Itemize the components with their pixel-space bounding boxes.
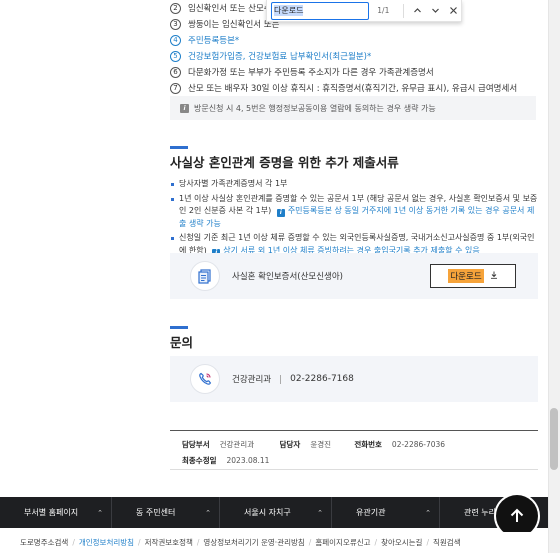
scrollbar-track[interactable] <box>548 0 560 553</box>
footer-link[interactable]: 저작권보호정책 <box>145 537 193 548</box>
footer-nav: 부서별 홈페이지 ⌃ 동 주민센터 ⌃ 서울시 자치구 ⌃ 유관기관 ⌃ 관련 누리집 <box>0 497 560 528</box>
number-badge: 7 <box>170 82 181 94</box>
list-item-text[interactable]: 주민등록등본* <box>188 34 239 46</box>
chevron-up-icon: ⌃ <box>317 508 323 517</box>
meta-row: 담당부서 건강관리과 담당자 윤경진 전화번호 02-2286-7036 <box>182 439 445 450</box>
link-separator: / <box>374 538 378 547</box>
scroll-to-top-button[interactable] <box>496 495 538 537</box>
footer-link[interactable]: 직원검색 <box>433 537 461 548</box>
footer-link-privacy[interactable]: 개인정보처리방침 <box>79 537 134 548</box>
meta-row: 최종수정일 2023.08.11 <box>182 455 269 466</box>
bullet-item: 1년 이상 사실상 혼인관계를 증명할 수 있는 공문서 1부 (해당 공문서 … <box>170 193 538 231</box>
download-file-label: 사실혼 확인보증서(산모신생아) <box>232 272 343 282</box>
number-badge: 3 <box>170 18 181 30</box>
contact-phone[interactable]: 02-2286-7168 <box>290 374 354 384</box>
arrow-up-icon <box>510 508 524 522</box>
download-button[interactable]: 다운로드 <box>430 264 516 288</box>
footer-dropdown-community-centers[interactable]: 동 주민센터 ⌃ <box>112 497 220 528</box>
number-badge: 2 <box>170 2 181 14</box>
list-item: 7 산모 또는 배우자 30일 이상 휴직시 : 휴직증명서(휴직기간, 유무급 … <box>170 80 540 96</box>
footer-link[interactable]: 영상정보처리기기 운영·관리방침 <box>203 537 304 548</box>
notice-box: i 방문신청 시 4, 5번은 행정정보공동이용 열람에 동의하는 경우 생략 … <box>170 96 536 120</box>
download-card: 사실혼 확인보증서(산모신생아) 다운로드 <box>170 253 538 299</box>
divider <box>280 374 282 384</box>
link-separator: / <box>426 538 429 547</box>
meta-value: 02-2286-7036 <box>391 440 446 449</box>
bottom-links: 도로명주소검색 / 개인정보처리방침 / 저작권보호정책 / 영상정보처리기기 운영·… <box>0 532 560 553</box>
link-separator: / <box>308 538 312 547</box>
footer-dropdown-departments[interactable]: 부서별 홈페이지 ⌃ <box>0 497 112 528</box>
list-item-link[interactable]: 5 건강보험가입증, 건강보험료 납부확인서(최근월분)* <box>170 48 540 64</box>
footer-dropdown-label: 서울시 자치구 <box>244 508 291 517</box>
number-badge: 4 <box>170 34 181 46</box>
number-badge: 5 <box>170 50 181 62</box>
info-icon: i <box>180 103 189 113</box>
chevron-up-icon: ⌃ <box>425 508 431 517</box>
chevron-down-icon[interactable] <box>428 3 444 19</box>
page: 2 임신확인서 또는 산모수첩 3 쌍둥이는 임신확인서 또는 4 주민등록등본* 5… <box>0 0 560 553</box>
list-item-link[interactable]: 4 주민등록등본* <box>170 32 540 48</box>
footer-dropdown-agencies[interactable]: 유관기관 ⌃ <box>332 497 440 528</box>
section-title: 사실상 혼인관계 증명을 위한 추가 제출서류 <box>170 155 399 170</box>
number-badge: 6 <box>170 66 181 78</box>
divider <box>402 3 404 18</box>
list-item-text: 다문화가정 또는 부부가 주민등록 주소지가 다른 경우 가족관계증명서 <box>188 68 434 78</box>
tip-icon: i <box>276 209 285 217</box>
meta-key: 담당부서 <box>182 440 210 449</box>
phone-icon <box>190 364 220 394</box>
link-separator: / <box>72 538 75 547</box>
footer-link[interactable]: 찾아오시는길 <box>381 537 422 548</box>
link-separator: / <box>138 538 141 547</box>
chevron-up-icon[interactable] <box>410 3 426 19</box>
scrollbar-thumb[interactable] <box>550 408 558 470</box>
list-item-text: 산모 또는 배우자 30일 이상 휴직시 : 휴직증명서(휴직기간, 유무급 표… <box>188 84 518 94</box>
link-separator: / <box>196 538 200 547</box>
footer-dropdown-districts[interactable]: 서울시 자치구 ⌃ <box>220 497 332 528</box>
document-icon <box>190 261 220 291</box>
footer-link[interactable]: 홈페이지오류신고 <box>315 537 370 548</box>
meta-key: 전화번호 <box>354 440 382 449</box>
download-button-label: 다운로드 <box>448 269 484 283</box>
bullet-list: 당사자별 가족관계증명서 각 1부 1년 이상 사실상 혼인관계를 증명할 수 … <box>170 178 538 259</box>
contact-dept: 건강관리과 <box>232 375 272 385</box>
section-title: 문의 <box>170 335 194 350</box>
footer-dropdown-label: 부서별 홈페이지 <box>24 508 79 517</box>
meta-value: 2023.08.11 <box>226 456 270 465</box>
find-query: 다운로드 <box>274 5 304 16</box>
meta-value: 윤경진 <box>310 440 332 449</box>
page-info: 담당부서 건강관리과 담당자 윤경진 전화번호 02-2286-7036 최종수… <box>170 430 538 470</box>
list-item: 6 다문화가정 또는 부부가 주민등록 주소지가 다른 경우 가족관계증명서 <box>170 64 540 80</box>
footer-dropdown-label: 동 주민센터 <box>136 508 176 517</box>
section-accent-bar <box>170 146 188 149</box>
chevron-up-icon: ⌃ <box>97 508 103 517</box>
find-match-count: 1/1 <box>377 6 390 15</box>
section-accent-bar <box>170 326 188 329</box>
meta-value: 건강관리과 <box>219 440 255 449</box>
footer-link[interactable]: 도로명주소검색 <box>20 537 68 548</box>
find-bar: 다운로드 1/1 <box>266 0 462 22</box>
bullet-item: 당사자별 가족관계증명서 각 1부 <box>170 178 538 191</box>
contact-card: 건강관리과 02-2286-7168 <box>170 356 538 402</box>
find-input[interactable]: 다운로드 <box>271 1 370 20</box>
notice-text: 방문신청 시 4, 5번은 행정정보공동이용 열람에 동의하는 경우 생략 가능 <box>194 103 436 113</box>
list-item-text[interactable]: 건강보험가입증, 건강보험료 납부확인서(최근월분)* <box>188 50 371 62</box>
chevron-up-icon: ⌃ <box>205 508 211 517</box>
footer-dropdown-label: 유관기관 <box>356 508 386 517</box>
meta-key: 담당자 <box>279 440 301 449</box>
download-icon <box>490 271 498 281</box>
close-icon[interactable] <box>445 3 461 19</box>
bullet-text: 당사자별 가족관계증명서 각 1부 <box>179 179 288 188</box>
meta-key: 최종수정일 <box>182 456 217 465</box>
